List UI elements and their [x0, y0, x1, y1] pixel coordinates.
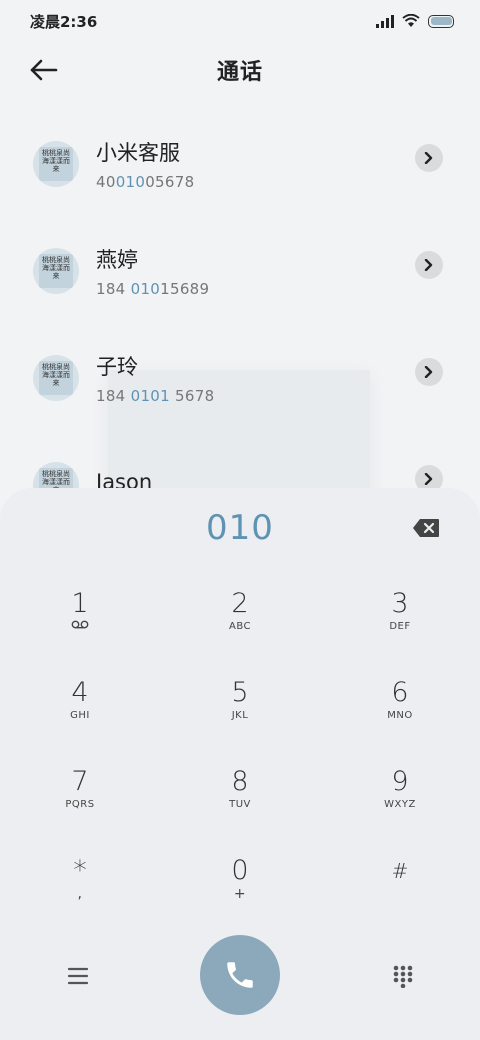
contact-number: 184 0101 5678 — [96, 386, 215, 405]
contact-row[interactable]: 桃桃泉尚海漾漾而来 子玲 184 0101 5678 — [0, 324, 480, 431]
key-5[interactable]: 5 JKL — [180, 677, 300, 757]
dialpad-actions — [0, 932, 480, 1022]
contact-info: 燕婷 184 01015689 — [96, 244, 209, 298]
chevron-right-icon — [424, 366, 433, 378]
key-7[interactable]: 7 PQRS — [20, 766, 140, 846]
voicemail-icon — [71, 620, 89, 629]
contact-detail-button[interactable] — [415, 358, 443, 386]
contact-name: 燕婷 — [96, 247, 138, 272]
dialpad-grid-icon[interactable] — [392, 964, 414, 988]
wifi-icon — [402, 14, 420, 27]
contact-name: 小米客服 — [96, 140, 180, 165]
number-display: 010 — [0, 506, 480, 550]
chevron-right-icon — [424, 473, 433, 485]
battery-fill — [430, 17, 452, 25]
contact-number: 4001005678 — [96, 172, 195, 191]
status-time: 凌晨2:36 — [30, 12, 98, 31]
key-6[interactable]: 6 MNO — [340, 677, 460, 757]
key-4[interactable]: 4 GHI — [20, 677, 140, 757]
contact-detail-button[interactable] — [415, 251, 443, 279]
status-icons — [376, 14, 454, 28]
contact-row[interactable]: 桃桃泉尚海漾漾而来 小米客服 4001005678 — [0, 110, 480, 217]
avatar: 桃桃泉尚海漾漾而来 — [33, 354, 79, 401]
key-1[interactable]: 1 — [20, 588, 140, 668]
number-match: 010 — [115, 172, 146, 191]
call-button[interactable] — [200, 935, 280, 1015]
contact-detail-button[interactable] — [415, 144, 443, 172]
chevron-right-icon — [424, 152, 433, 164]
typed-number: 010 — [206, 508, 274, 548]
key-8[interactable]: 8 TUV — [180, 766, 300, 846]
avatar: 桃桃泉尚海漾漾而来 — [33, 247, 79, 294]
key-3[interactable]: 3 DEF — [340, 588, 460, 668]
header: 通话 — [0, 50, 480, 90]
number-match: 010 — [130, 279, 161, 298]
page-title: 通话 — [216, 60, 263, 85]
dialpad-panel: 010 1 2 ABC 3 DEF 4 GHI 5 JKL 6 MNO 7 PQ… — [0, 488, 480, 1040]
key-star[interactable]: * , — [20, 855, 140, 935]
avatar-image: 桃桃泉尚海漾漾而来 — [39, 360, 73, 395]
contact-row[interactable]: 桃桃泉尚海漾漾而来 燕婷 184 01015689 — [0, 217, 480, 324]
key-hash[interactable]: # — [340, 855, 460, 935]
avatar-image: 桃桃泉尚海漾漾而来 — [39, 146, 73, 181]
avatar-image: 桃桃泉尚海漾漾而来 — [39, 253, 73, 288]
battery-icon — [428, 14, 454, 28]
signal-icon — [376, 14, 394, 28]
menu-icon[interactable] — [66, 964, 90, 988]
key-0[interactable]: 0 + — [180, 855, 300, 935]
phone-icon — [227, 962, 253, 988]
contact-info: 小米客服 4001005678 — [96, 137, 194, 191]
chevron-right-icon — [424, 259, 433, 271]
arrow-left-icon[interactable] — [28, 56, 60, 84]
contact-list: 桃桃泉尚海漾漾而来 小米客服 4001005678 桃桃泉尚海漾漾而来 燕婷 1… — [0, 110, 480, 538]
number-match: 0101 — [130, 386, 170, 405]
key-9[interactable]: 9 WXYZ — [340, 766, 460, 846]
key-2[interactable]: 2 ABC — [180, 588, 300, 668]
status-bar: 凌晨2:36 — [0, 0, 480, 42]
avatar: 桃桃泉尚海漾漾而来 — [33, 140, 79, 187]
contact-info: 子玲 184 0101 5678 — [96, 351, 214, 405]
contact-name: 子玲 — [96, 354, 138, 379]
contact-number: 184 01015689 — [96, 279, 210, 298]
backspace-icon[interactable] — [412, 518, 440, 538]
